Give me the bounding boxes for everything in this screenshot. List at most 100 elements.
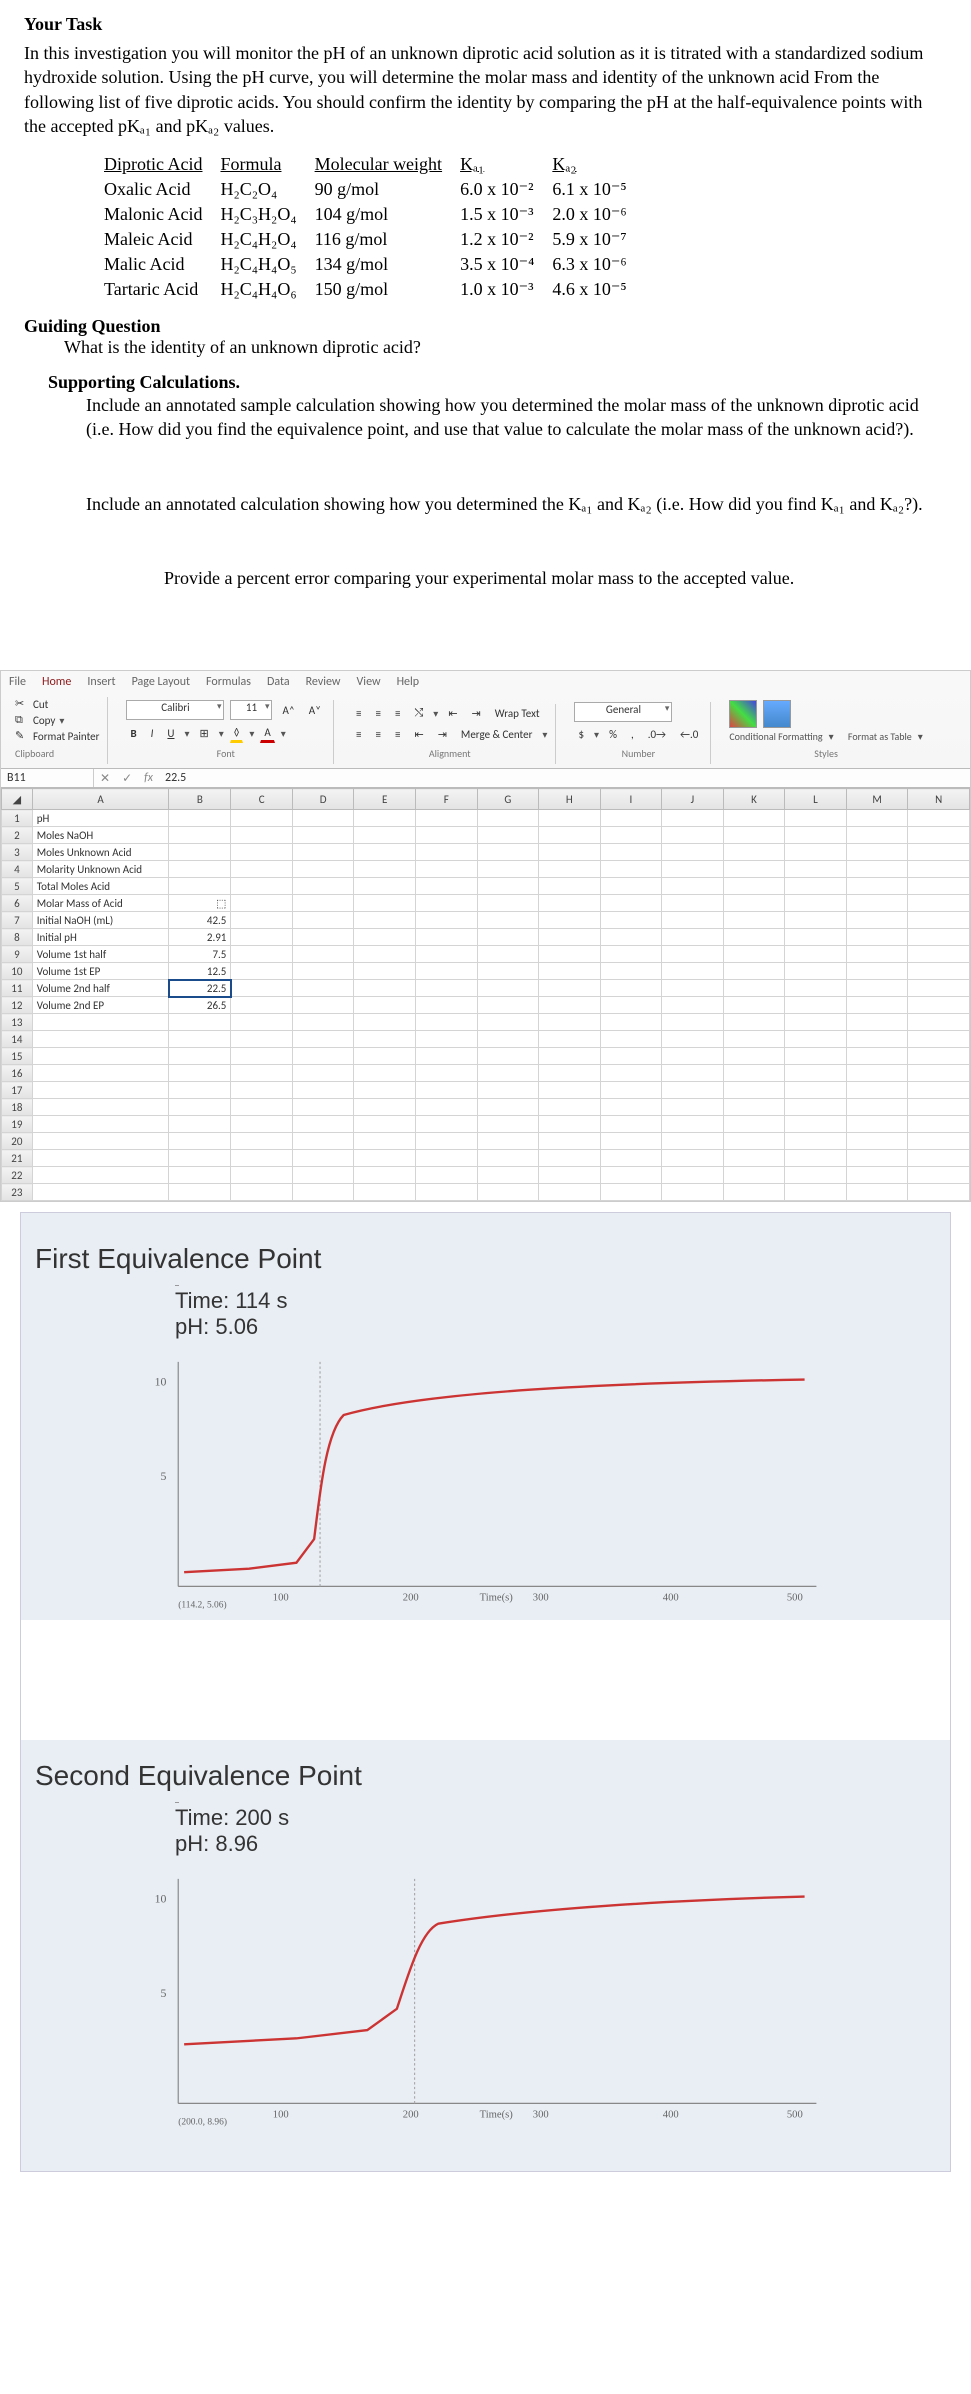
cell[interactable] — [723, 844, 785, 861]
cell[interactable] — [354, 1184, 416, 1201]
cell[interactable] — [231, 878, 293, 895]
cell[interactable] — [908, 1184, 970, 1201]
font-name-select[interactable]: Calibri — [126, 700, 224, 720]
cell[interactable] — [785, 1082, 847, 1099]
cell[interactable] — [354, 946, 416, 963]
row-header[interactable]: 20 — [2, 1133, 33, 1150]
cell[interactable] — [600, 1150, 662, 1167]
cell[interactable] — [477, 1031, 539, 1048]
font-color-icon[interactable]: A — [260, 724, 274, 743]
underline-button[interactable]: U — [163, 725, 178, 742]
cell[interactable] — [477, 946, 539, 963]
ribbon-tab[interactable]: Insert — [87, 675, 115, 689]
cell[interactable] — [416, 895, 478, 912]
cell[interactable]: 42.5 — [169, 912, 231, 929]
cell[interactable] — [416, 861, 478, 878]
row-header[interactable]: 21 — [2, 1150, 33, 1167]
border-icon[interactable]: ⊞ — [196, 725, 213, 742]
cell[interactable] — [477, 929, 539, 946]
cell[interactable] — [908, 963, 970, 980]
wrap-text-button[interactable]: Wrap Text — [491, 705, 544, 722]
cell[interactable] — [477, 1082, 539, 1099]
column-header[interactable]: G — [477, 789, 539, 810]
cell[interactable] — [292, 963, 354, 980]
cell[interactable] — [600, 929, 662, 946]
cell[interactable] — [600, 997, 662, 1014]
cell[interactable] — [846, 827, 908, 844]
column-header[interactable]: D — [292, 789, 354, 810]
cell[interactable] — [477, 1048, 539, 1065]
cell[interactable] — [723, 946, 785, 963]
cell[interactable] — [354, 963, 416, 980]
cell[interactable] — [908, 810, 970, 827]
cell[interactable] — [846, 929, 908, 946]
cell[interactable] — [662, 1167, 724, 1184]
cell[interactable] — [231, 946, 293, 963]
cell[interactable] — [785, 1167, 847, 1184]
cell[interactable] — [846, 810, 908, 827]
cell[interactable] — [908, 1014, 970, 1031]
cell[interactable] — [231, 1031, 293, 1048]
cell[interactable] — [662, 1065, 724, 1082]
cell[interactable]: Volume 1st half — [32, 946, 169, 963]
align-left-icon[interactable]: ≡ — [352, 726, 365, 743]
cell[interactable]: Moles Unknown Acid — [32, 844, 169, 861]
cell[interactable] — [785, 1014, 847, 1031]
cell[interactable] — [477, 810, 539, 827]
cell[interactable] — [416, 963, 478, 980]
indent-l-icon[interactable]: ⇤ — [410, 726, 427, 743]
cell[interactable] — [416, 929, 478, 946]
cell[interactable] — [662, 1184, 724, 1201]
cell[interactable] — [662, 1031, 724, 1048]
cell[interactable] — [662, 980, 724, 997]
indent-r-icon[interactable]: ⇥ — [434, 726, 451, 743]
cell[interactable] — [32, 1167, 169, 1184]
cell[interactable] — [354, 1048, 416, 1065]
column-header[interactable]: L — [785, 789, 847, 810]
row-header[interactable]: 6 — [2, 895, 33, 912]
cell[interactable] — [292, 1014, 354, 1031]
cell[interactable] — [292, 1065, 354, 1082]
cell[interactable] — [846, 1065, 908, 1082]
cell[interactable] — [231, 1184, 293, 1201]
align-bot-icon[interactable]: ≡ — [391, 705, 404, 722]
cell[interactable] — [539, 878, 601, 895]
cell[interactable] — [785, 1065, 847, 1082]
increase-font-icon[interactable]: A˄ — [278, 702, 298, 719]
ribbon-tab[interactable]: Formulas — [206, 675, 251, 689]
cell[interactable] — [416, 912, 478, 929]
cell[interactable] — [908, 1048, 970, 1065]
cell[interactable] — [785, 912, 847, 929]
cell[interactable] — [231, 844, 293, 861]
name-box[interactable]: B11 — [1, 769, 94, 787]
cell[interactable] — [231, 810, 293, 827]
cell[interactable] — [231, 1099, 293, 1116]
cell[interactable] — [785, 963, 847, 980]
cell[interactable] — [723, 980, 785, 997]
cell[interactable] — [477, 963, 539, 980]
cell[interactable] — [662, 844, 724, 861]
cell[interactable] — [169, 878, 231, 895]
cell[interactable] — [846, 1184, 908, 1201]
bold-button[interactable]: B — [126, 725, 140, 742]
cell[interactable] — [785, 844, 847, 861]
cell[interactable] — [846, 1048, 908, 1065]
cell[interactable] — [785, 1116, 847, 1133]
cell[interactable] — [908, 1116, 970, 1133]
conditional-formatting-label[interactable]: Conditional Formatting — [729, 730, 822, 743]
cell[interactable] — [908, 878, 970, 895]
column-header[interactable]: A — [32, 789, 169, 810]
cell[interactable] — [169, 1150, 231, 1167]
cell[interactable] — [846, 1031, 908, 1048]
cell[interactable]: 7.5 — [169, 946, 231, 963]
cell[interactable] — [354, 1167, 416, 1184]
cell[interactable] — [292, 1150, 354, 1167]
cell[interactable] — [231, 963, 293, 980]
cell[interactable] — [908, 929, 970, 946]
cell[interactable] — [908, 861, 970, 878]
cell[interactable] — [539, 1099, 601, 1116]
row-header[interactable]: 2 — [2, 827, 33, 844]
cell[interactable] — [785, 1184, 847, 1201]
column-header[interactable]: N — [908, 789, 970, 810]
cell[interactable] — [908, 1167, 970, 1184]
